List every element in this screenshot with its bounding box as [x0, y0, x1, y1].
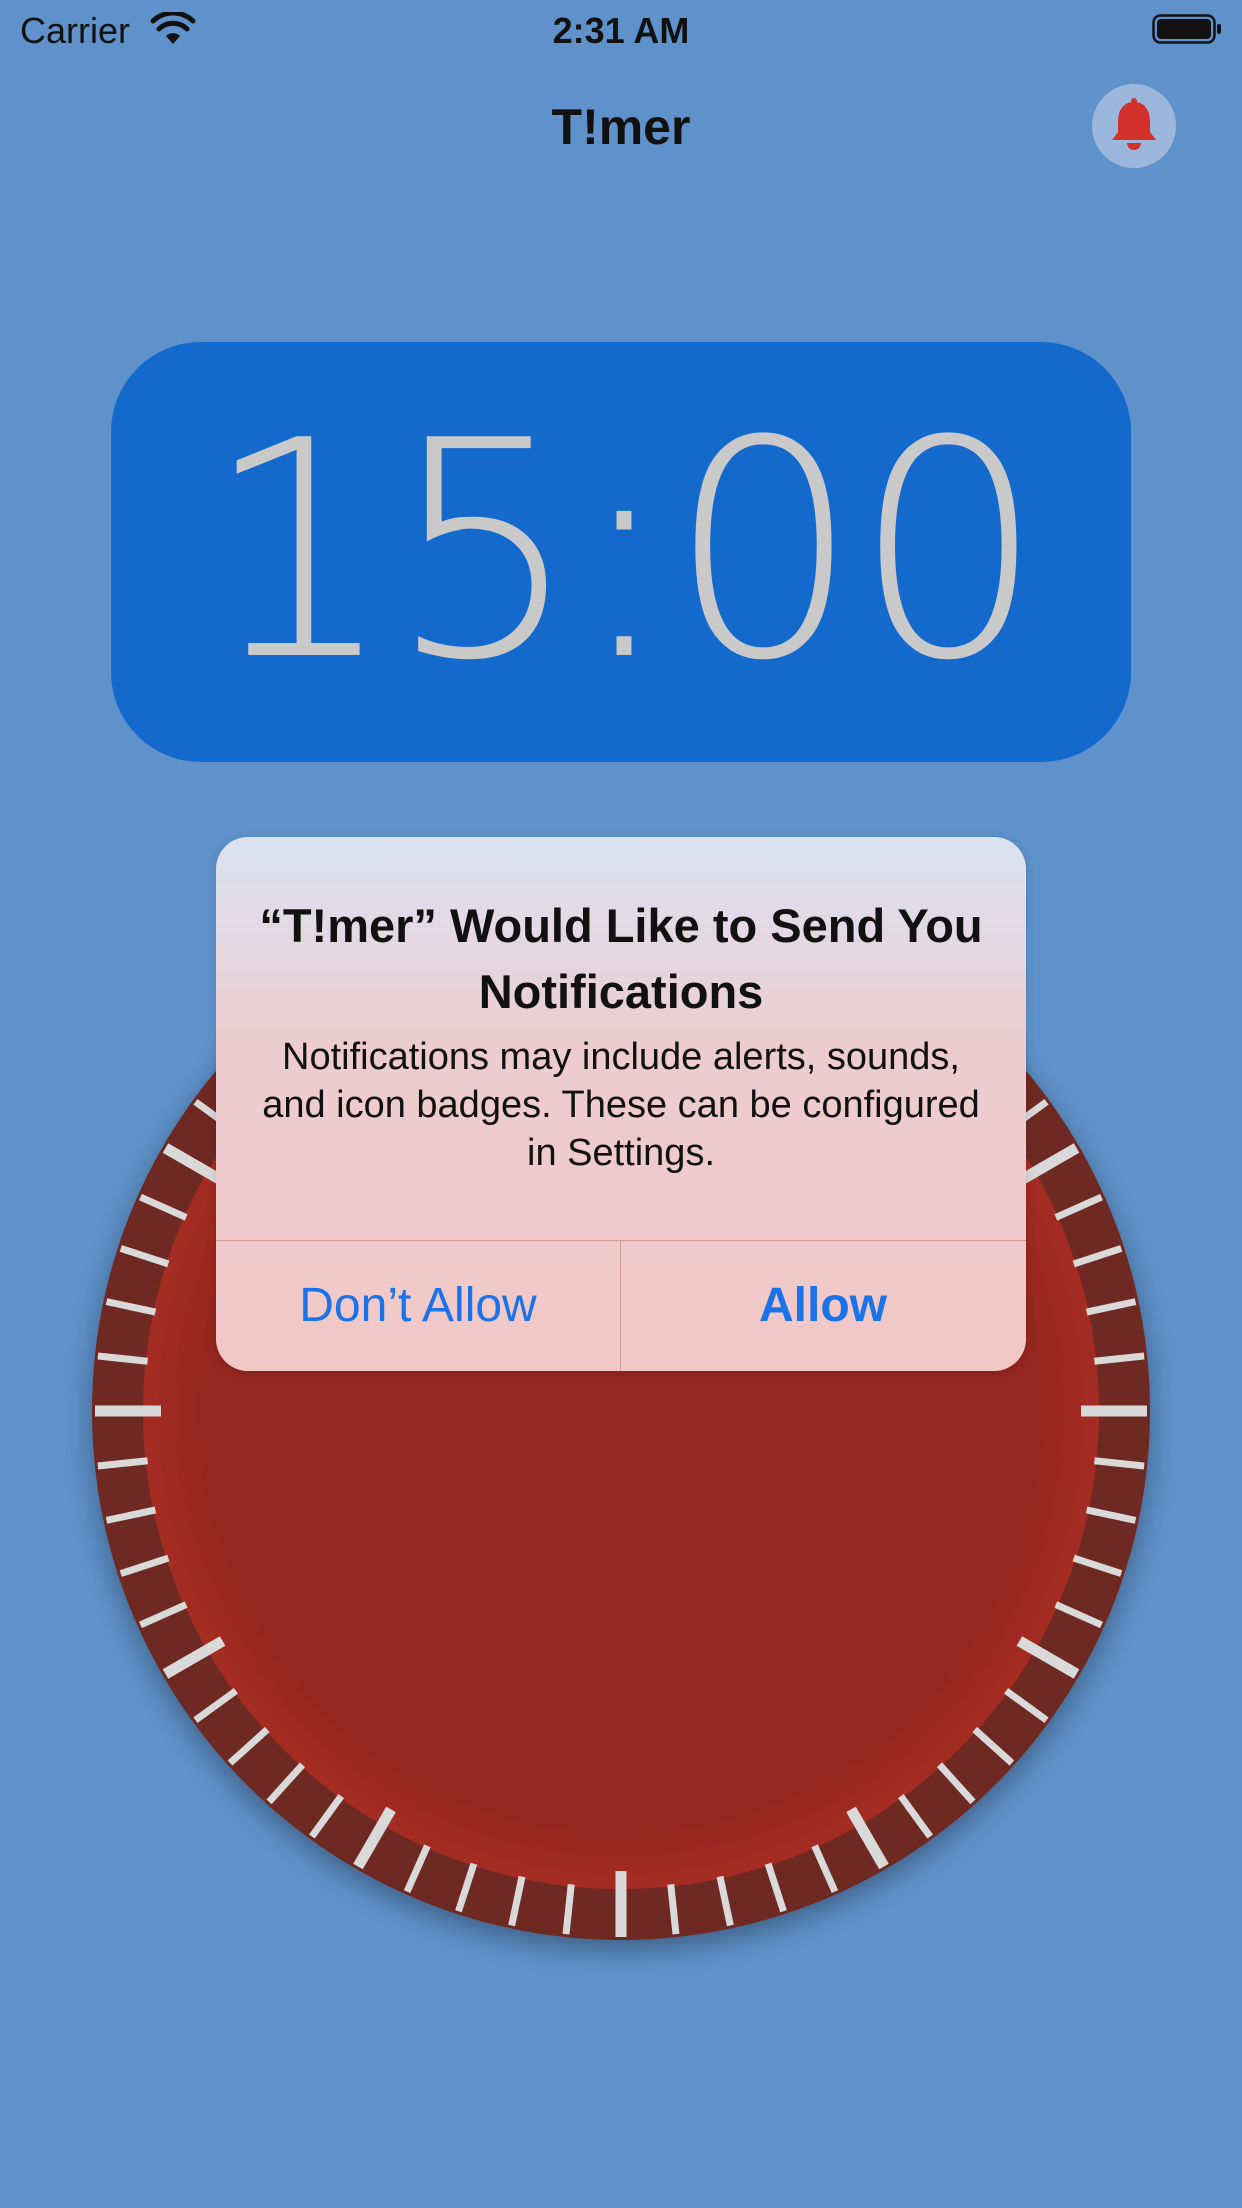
- timer-display-panel[interactable]: 15:00: [111, 342, 1131, 762]
- status-bar: Carrier 2:31 AM: [0, 0, 1242, 64]
- app-title: T!mer: [551, 99, 691, 155]
- dont-allow-button[interactable]: Don’t Allow: [216, 1241, 620, 1371]
- timer-display: 15:00: [203, 377, 1045, 726]
- alert-title: “T!mer” Would Like to Send You Notificat…: [259, 899, 983, 1018]
- status-time: 2:31 AM: [552, 10, 690, 51]
- notification-bell-button[interactable]: [1092, 84, 1176, 168]
- allow-button[interactable]: Allow: [621, 1241, 1025, 1371]
- alert-message: Notifications may include alerts, sounds…: [262, 1036, 980, 1174]
- bell-icon: [1112, 98, 1156, 150]
- notification-permission-alert: “T!mer” Would Like to Send You Notificat…: [216, 837, 1026, 1371]
- battery-icon: [1152, 14, 1221, 44]
